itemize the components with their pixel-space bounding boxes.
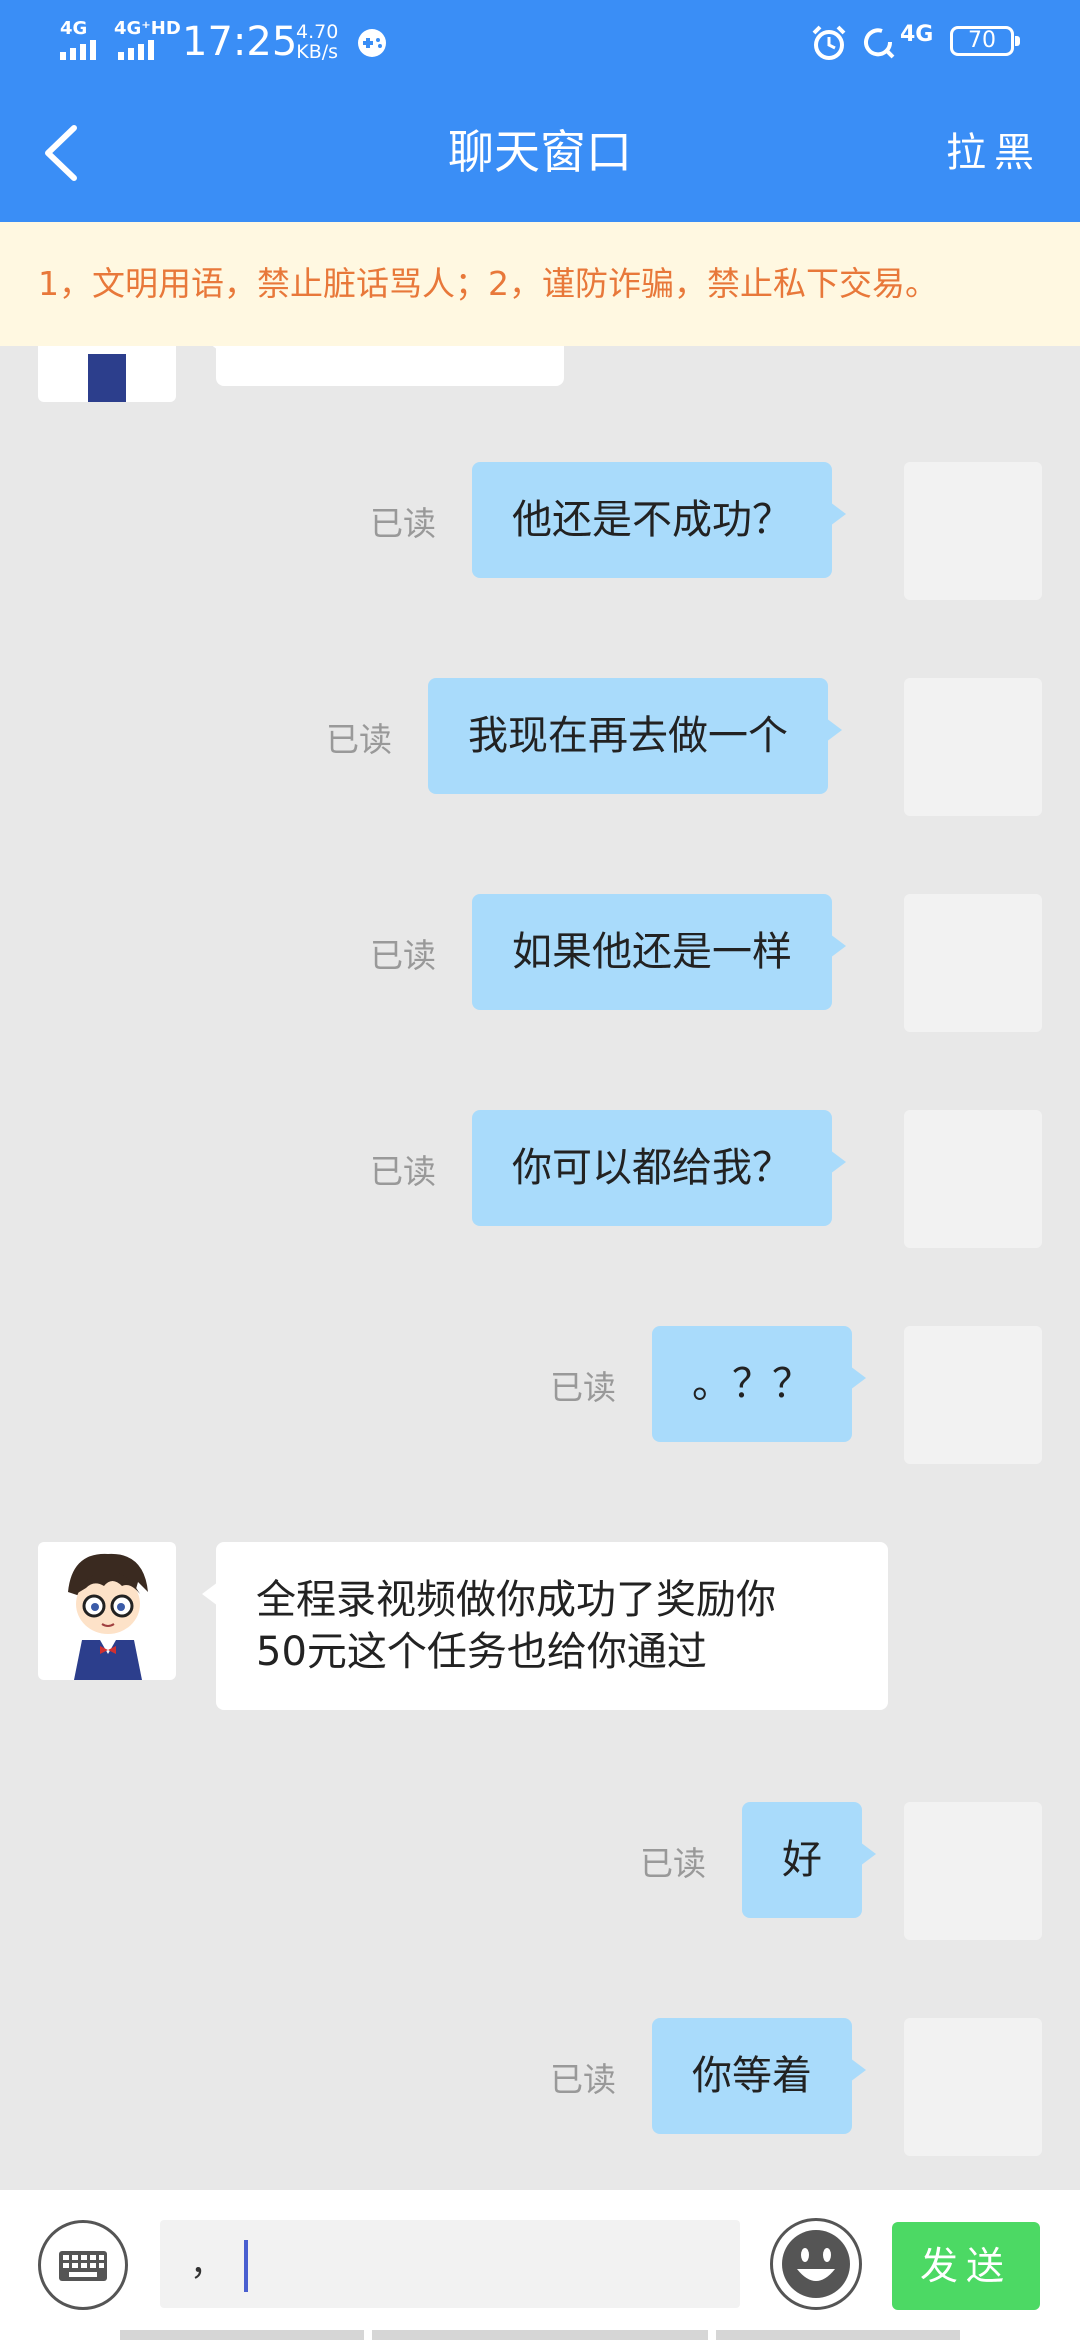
app-header: 聊天窗口 拉黑: [0, 84, 1080, 222]
read-status: 已读: [370, 504, 436, 543]
contact-avatar[interactable]: [38, 346, 176, 402]
input-value: ，: [190, 2244, 224, 2284]
text-caret: [244, 2239, 248, 2292]
message-bubble[interactable]: 好: [742, 1802, 876, 1918]
emoji-button[interactable]: [770, 2218, 862, 2310]
my-avatar[interactable]: [904, 1110, 1042, 1248]
chat-messages[interactable]: 已读 他还是不成功？ 已读 我现在再去做一个 已读 如果他还是一样 已读 你可以…: [0, 346, 1080, 2190]
emoji-smile-icon: [782, 2230, 850, 2298]
my-avatar[interactable]: [904, 678, 1042, 816]
read-status: 已读: [370, 1152, 436, 1191]
my-avatar[interactable]: [904, 1802, 1042, 1940]
gesture-bar-segment: [120, 2330, 364, 2340]
signal-bars-1-icon: [60, 40, 96, 60]
message-bubble[interactable]: 他还是不成功？: [472, 462, 846, 578]
keyboard-toggle-button[interactable]: [38, 2220, 128, 2310]
gesture-bar-segment: [372, 2330, 708, 2340]
message-bubble[interactable]: 如果他还是一样: [472, 894, 846, 1010]
read-status: 已读: [640, 1844, 706, 1883]
gamepad-icon: [358, 29, 386, 57]
clock: 17:25: [182, 19, 298, 65]
message-bubble[interactable]: 我现在再去做一个: [428, 678, 842, 794]
message-bubble[interactable]: 。？？: [652, 1326, 866, 1442]
input-bar: ， 发送: [0, 2190, 1080, 2340]
speed-unit: KB/s: [296, 41, 339, 63]
message-bubble-partial: [202, 346, 564, 386]
my-avatar[interactable]: [904, 462, 1042, 600]
block-user-button[interactable]: 拉黑: [946, 128, 1042, 178]
message-bubble[interactable]: 你等着: [652, 2018, 866, 2134]
signal-label-1: 4G: [60, 18, 88, 39]
message-bubble[interactable]: 你可以都给我？: [472, 1110, 846, 1226]
sync-icon: [864, 28, 895, 59]
contact-avatar[interactable]: [38, 1542, 176, 1680]
signal-label-2: 4G⁺HD: [114, 18, 181, 39]
speed-value: 4.70: [296, 21, 339, 43]
send-button[interactable]: 发送: [892, 2222, 1040, 2310]
my-avatar[interactable]: [904, 894, 1042, 1032]
avatar-icon: [88, 354, 126, 402]
network-speed: 4.70 KB/s: [296, 22, 338, 62]
status-bar: 4G 4G⁺HD 17:25 4.70 KB/s 4G 70: [0, 0, 1080, 84]
signal-bars-2-icon: [118, 40, 154, 60]
page-title: 聊天窗口: [448, 125, 632, 179]
read-status: 已读: [326, 720, 392, 759]
read-status: 已读: [550, 1368, 616, 1407]
network-type: 4G: [900, 22, 934, 47]
read-status: 已读: [370, 936, 436, 975]
alarm-icon: [812, 25, 846, 60]
message-bubble-incoming[interactable]: 全程录视频做你成功了奖励你 50元这个任务也给你通过: [202, 1542, 888, 1710]
message-input[interactable]: ，: [160, 2220, 740, 2308]
my-avatar[interactable]: [904, 2018, 1042, 2156]
my-avatar[interactable]: [904, 1326, 1042, 1464]
cartoon-boy-avatar-icon: [68, 1553, 148, 1680]
keyboard-icon: [59, 2251, 107, 2281]
message-line: 全程录视频做你成功了奖励你: [256, 1577, 776, 1623]
read-status: 已读: [550, 2060, 616, 2099]
message-line: 50元这个任务也给你通过: [256, 1629, 707, 1675]
gesture-bar-segment: [716, 2330, 960, 2340]
battery-icon: 70: [950, 26, 1020, 56]
rules-notice: 1，文明用语，禁止脏话骂人；2，谨防诈骗，禁止私下交易。: [0, 222, 1080, 346]
